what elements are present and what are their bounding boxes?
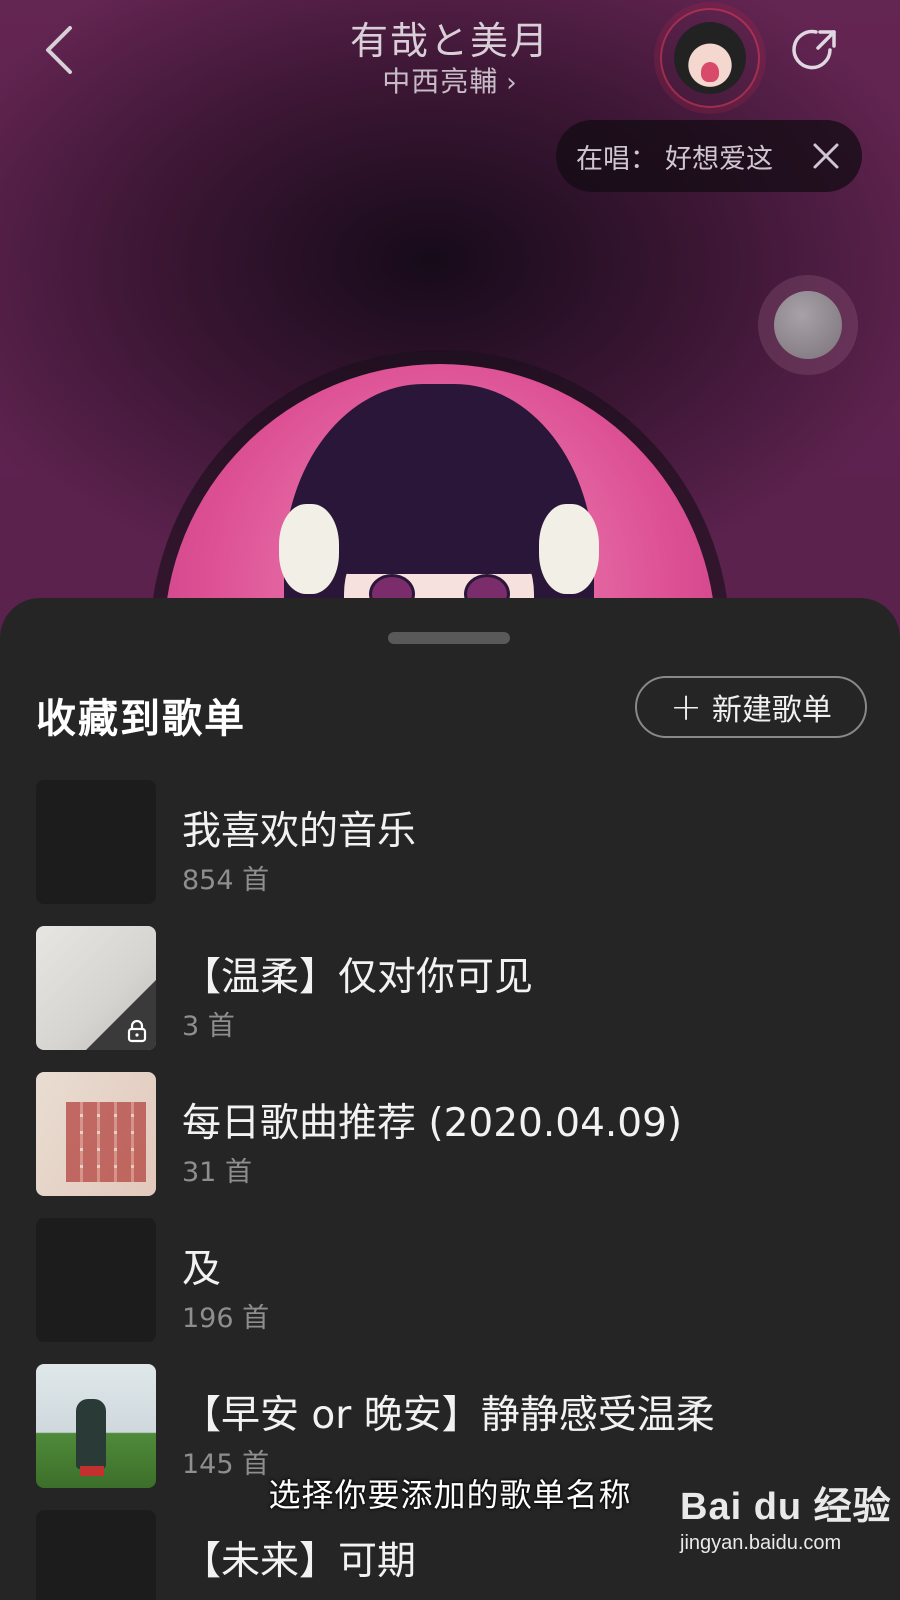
song-title: 有哉と美月 <box>349 19 550 63</box>
new-playlist-button[interactable]: + 新建歌单 <box>635 676 867 738</box>
close-button[interactable] <box>808 138 844 174</box>
playlist-name: 每日歌曲推荐 (2020.04.09) <box>182 1101 683 1146</box>
playlist-cover <box>36 780 156 904</box>
playlist-name: 【未来】可期 <box>182 1539 417 1584</box>
baidu-watermark: Bai du 经验 jingyan.baidu.com <box>680 1475 892 1555</box>
list-item[interactable]: 【温柔】仅对你可见 3 首 <box>0 926 900 1050</box>
playlist-count: 196 首 <box>182 1303 270 1334</box>
artist-name: 中西亮輔 <box>382 65 499 98</box>
list-item[interactable]: 每日歌曲推荐 (2020.04.09) 31 首 <box>0 1072 900 1196</box>
art-earmuff-left <box>279 504 339 594</box>
playlist-name: 我喜欢的音乐 <box>182 809 417 854</box>
art-bangs <box>329 484 549 574</box>
add-to-playlist-sheet: 收藏到歌单 + 新建歌单 我喜欢的音乐 854 首 【温柔】仅对你可见 3 首 … <box>0 598 900 1600</box>
playlist-cover <box>36 1218 156 1342</box>
share-button[interactable] <box>790 24 842 76</box>
playlist-cover <box>36 926 156 1050</box>
playlist-count: 3 首 <box>182 1011 235 1042</box>
playlist-cover <box>36 1072 156 1196</box>
playlist-name: 【早安 or 晚安】静静感受温柔 <box>182 1393 715 1438</box>
floating-assistive-button[interactable] <box>758 275 858 375</box>
lock-icon <box>127 1019 147 1043</box>
close-icon <box>813 143 839 169</box>
now-singing-song: 好想爱这 <box>665 143 773 175</box>
cover-person <box>76 1399 106 1469</box>
plus-icon: + <box>670 685 702 729</box>
share-icon <box>792 29 836 70</box>
playlist-cover <box>36 1510 156 1600</box>
now-singing-pill[interactable]: 在唱： 好想爱这 <box>556 120 862 192</box>
watermark-logo: Bai du 经验 <box>680 1486 892 1528</box>
playlist-count: 854 首 <box>182 865 270 896</box>
playlist-name: 及 <box>182 1247 222 1292</box>
watermark-url: jingyan.baidu.com <box>680 1532 842 1554</box>
player-screen: 有哉と美月 中西亮輔 › 在唱： 好想爱这 收藏到歌单 + 新建歌单 我喜欢的音… <box>0 0 900 1600</box>
avatar <box>674 22 746 94</box>
playlist-count: 31 首 <box>182 1157 252 1188</box>
playlist-name: 【温柔】仅对你可见 <box>182 955 534 1000</box>
artist-link[interactable]: 中西亮輔 › <box>0 60 900 100</box>
new-playlist-label: 新建歌单 <box>711 693 832 728</box>
art-earmuff-right <box>539 504 599 594</box>
singer-avatar-button[interactable] <box>660 8 760 108</box>
cover-photo-grid <box>66 1102 146 1182</box>
sheet-grabber[interactable] <box>388 632 510 644</box>
list-item[interactable]: 及 196 首 <box>0 1218 900 1342</box>
now-singing-label: 在唱： <box>576 143 657 175</box>
list-item[interactable]: 我喜欢的音乐 854 首 <box>0 780 900 904</box>
chevron-right-icon: › <box>506 68 518 98</box>
sheet-title: 收藏到歌单 <box>36 696 246 742</box>
